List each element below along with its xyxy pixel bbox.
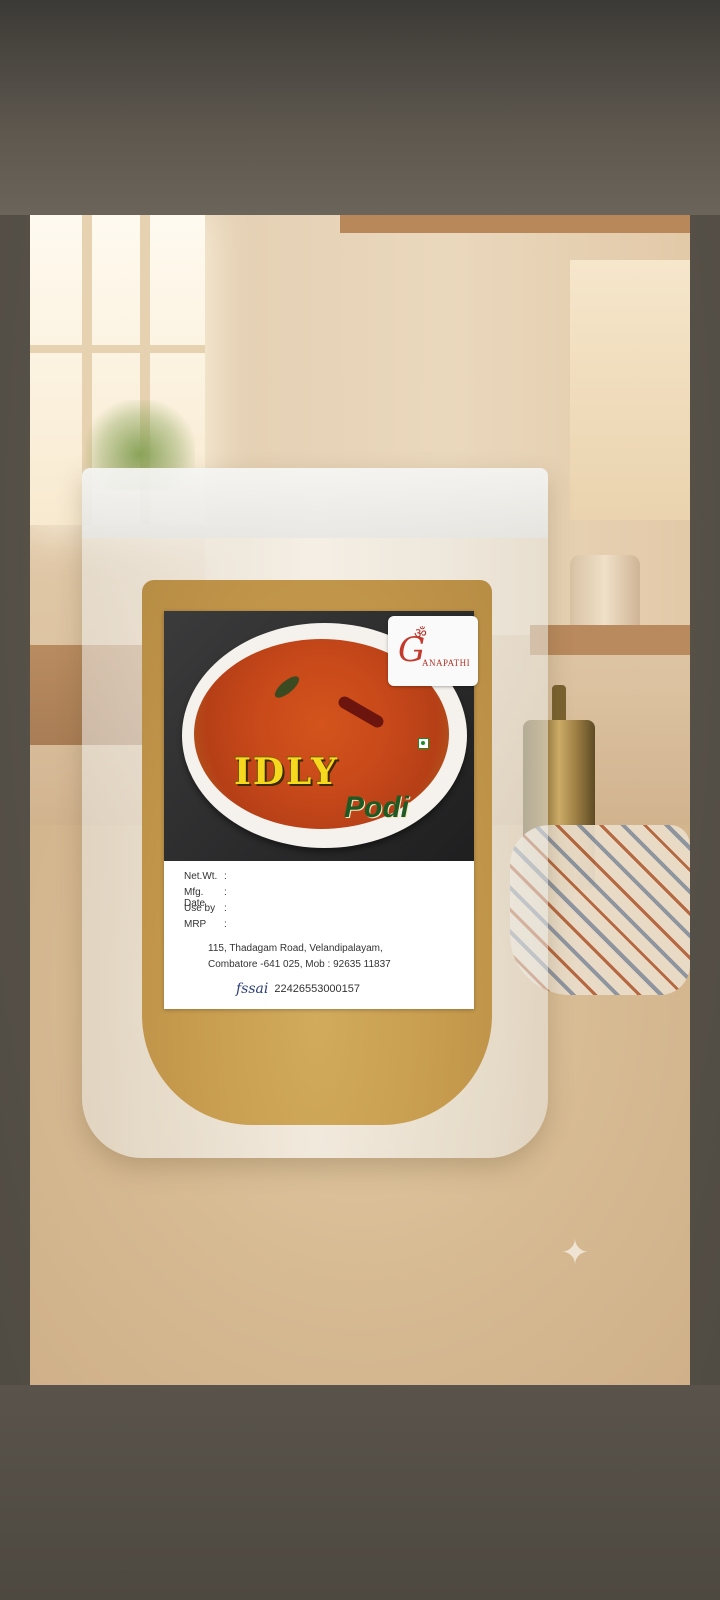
detail-row: Use by : [184, 903, 234, 919]
label-address: 115, Thadagam Road, Velandipalayam, Comb… [208, 941, 448, 973]
product-title: IDLY [234, 751, 339, 793]
label-details: Net.Wt. : Mfg. Date : Use by : MRP : [184, 871, 234, 935]
product-subtitle: Podi [344, 791, 409, 824]
detail-key: Mfg. Date [184, 887, 206, 909]
detail-key: Use by [184, 903, 216, 914]
pouch-zip-seal [82, 468, 548, 538]
fssai-mark: fssai [236, 981, 269, 997]
detail-row: MRP : [184, 919, 234, 935]
cabinet-top [340, 215, 690, 233]
fssai-license: fssai 22426553000157 [236, 981, 360, 997]
background-shelf [530, 625, 690, 655]
background-jar [570, 555, 640, 635]
product-label: ॐ G ANAPATHI IDLY Podi Net.Wt. : Mfg. Da… [164, 611, 478, 1009]
product-photo[interactable]: ॐ G ANAPATHI IDLY Podi Net.Wt. : Mfg. Da… [30, 215, 690, 1385]
detail-row: Mfg. Date : [184, 887, 234, 909]
veg-mark-icon [418, 738, 429, 749]
background-window [570, 260, 690, 520]
address-line-2: Combatore -641 025, Mob : 92635 11837 [208, 959, 391, 970]
blurred-background-bottom [0, 1385, 720, 1600]
address-line-1: 115, Thadagam Road, Velandipalayam, [208, 943, 383, 954]
detail-separator: : [224, 871, 227, 882]
label-photo: ॐ G ANAPATHI IDLY Podi [164, 611, 478, 861]
detail-row: Net.Wt. : [184, 871, 234, 887]
detail-separator: : [224, 887, 227, 898]
detail-key: MRP [184, 919, 207, 930]
detail-key: Net.Wt. [184, 871, 218, 882]
sparkle-icon[interactable]: ✦ [555, 1233, 595, 1273]
detail-separator: : [224, 903, 227, 914]
fssai-number: 22426553000157 [274, 983, 361, 995]
brand-logo: ॐ G ANAPATHI [388, 616, 478, 686]
product-pouch: ॐ G ANAPATHI IDLY Podi Net.Wt. : Mfg. Da… [82, 468, 548, 1158]
brand-name: ANAPATHI [422, 658, 471, 668]
detail-separator: : [224, 919, 227, 930]
blurred-background-top [0, 0, 720, 215]
